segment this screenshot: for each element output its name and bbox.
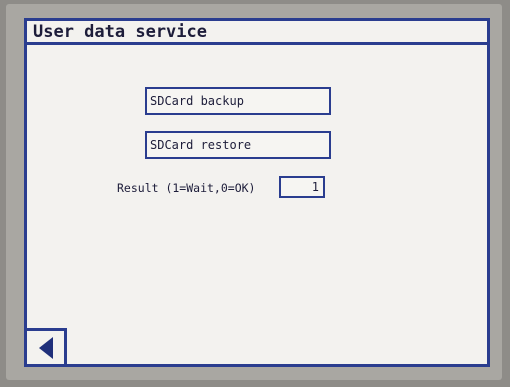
page-title: User data service [33, 22, 207, 42]
sdcard-restore-button[interactable]: SDCard restore [145, 131, 331, 159]
sdcard-backup-button[interactable]: SDCard backup [145, 87, 331, 115]
back-arrow-icon [39, 337, 53, 359]
result-label: Result (1=Wait,0=OK) [117, 181, 256, 195]
result-value-field: 1 [279, 176, 325, 198]
title-bar: User data service [27, 21, 487, 45]
hmi-screen: User data service SDCard backup SDCard r… [24, 18, 490, 367]
back-button[interactable] [27, 328, 67, 364]
